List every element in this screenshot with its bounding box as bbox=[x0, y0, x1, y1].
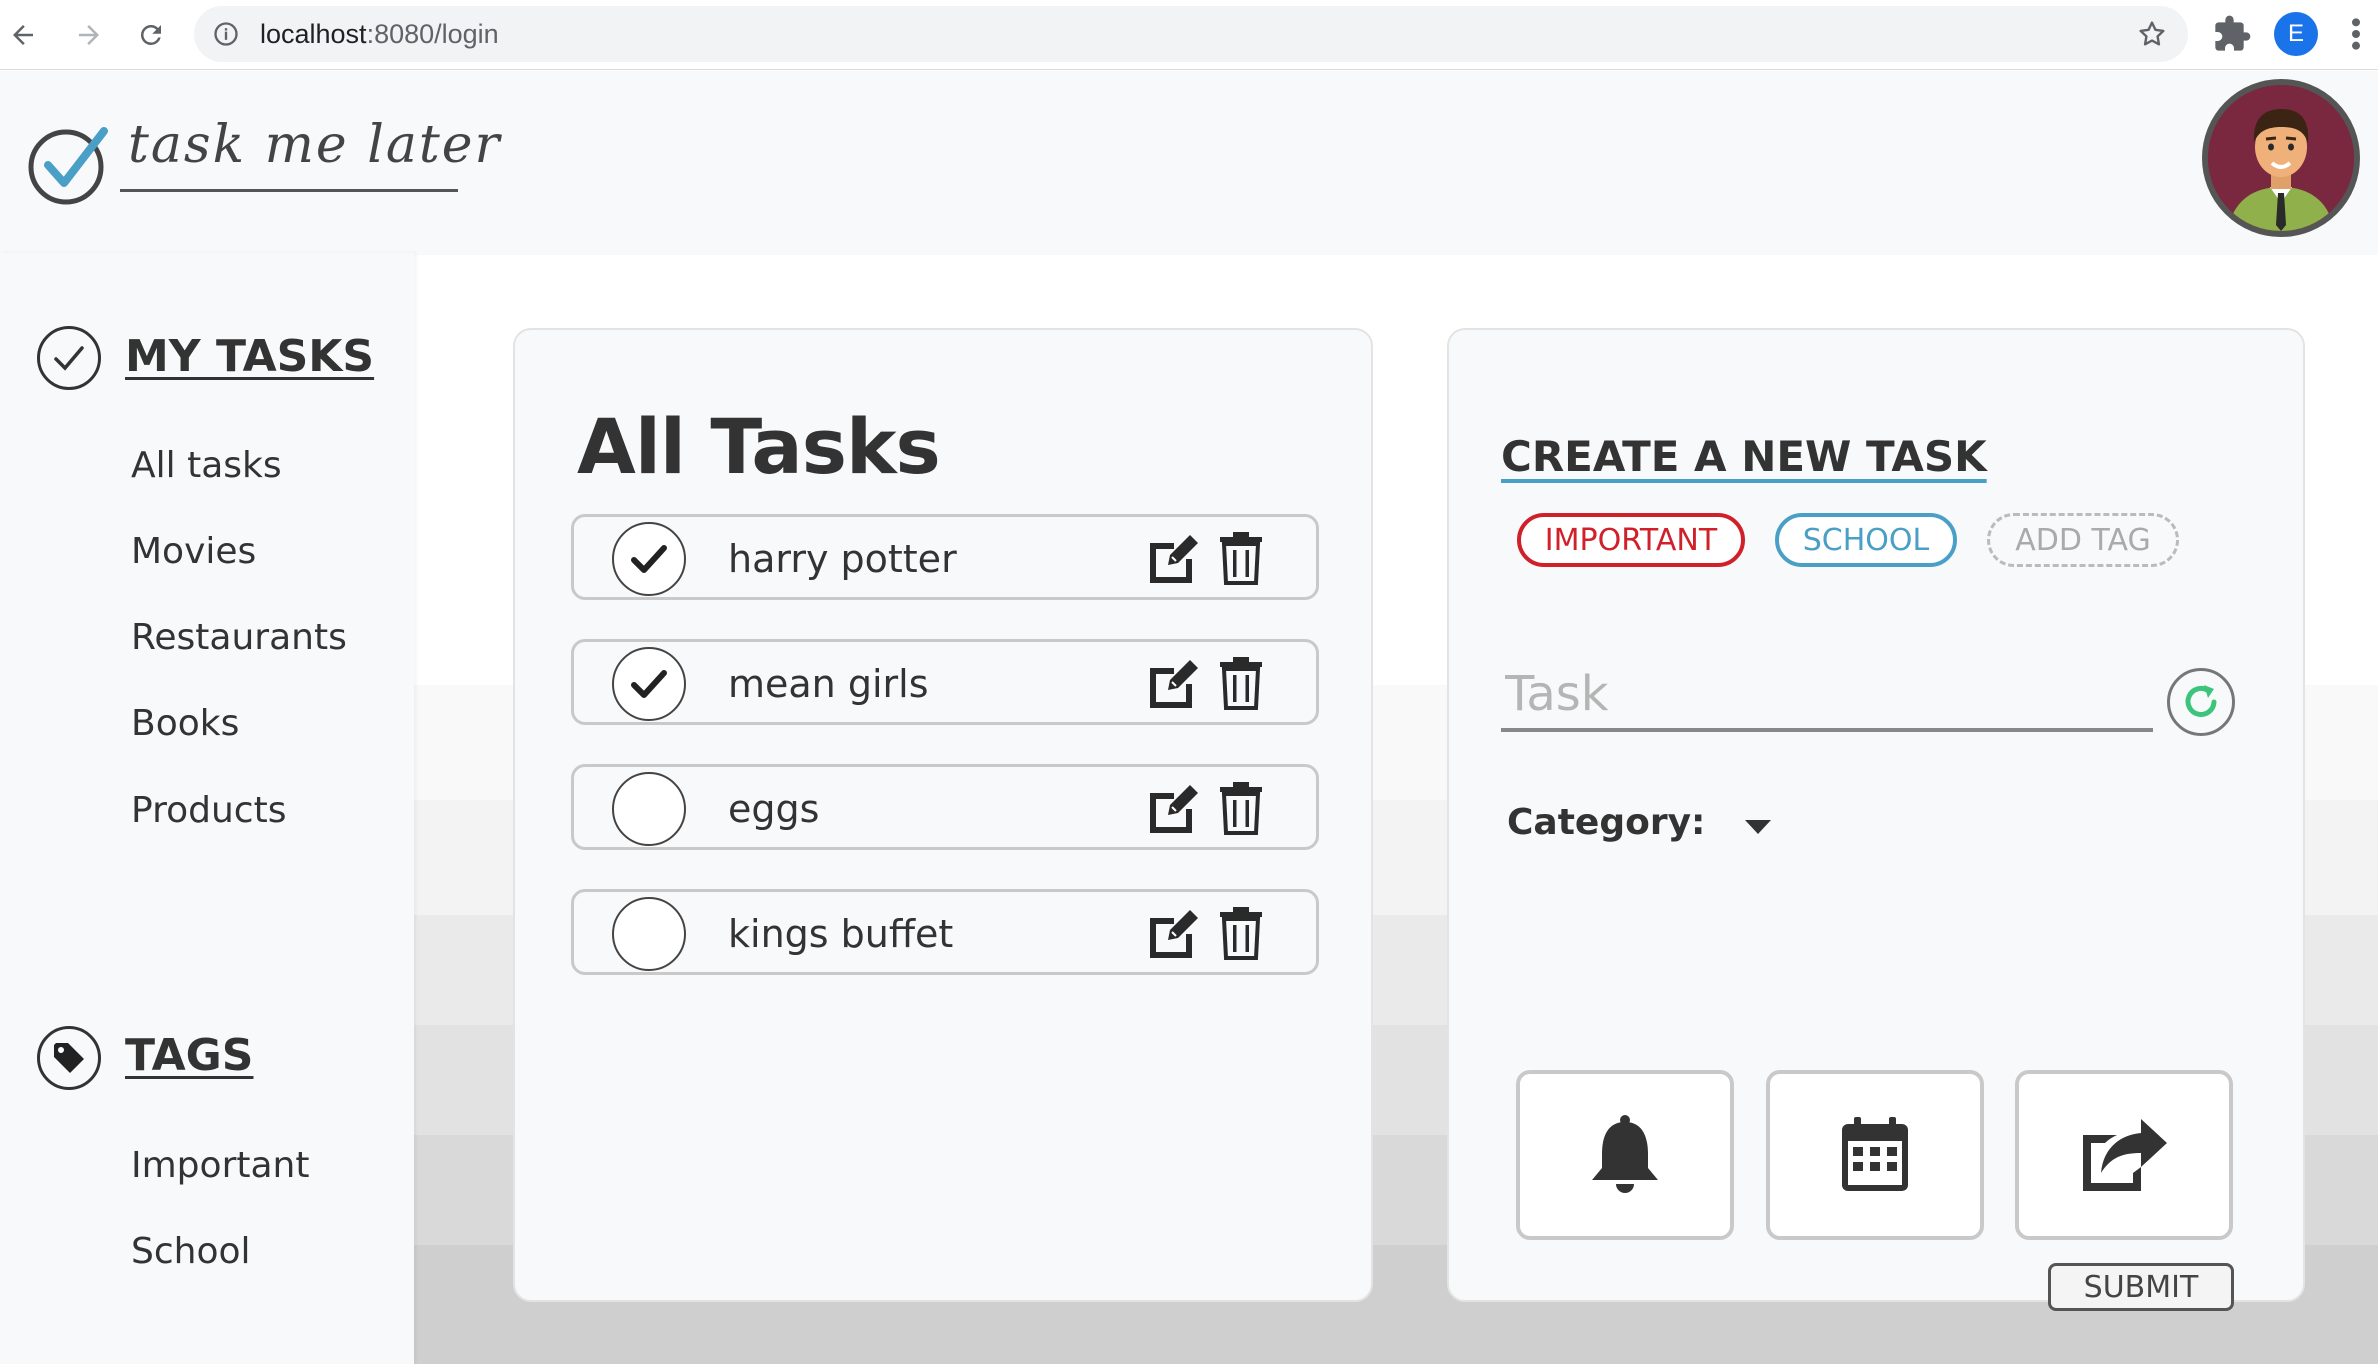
task-row[interactable]: mean girls bbox=[571, 639, 1319, 725]
url-path: :8080/login bbox=[366, 19, 499, 49]
sidebar-item-restaurants[interactable]: Restaurants bbox=[131, 617, 347, 658]
avatar[interactable] bbox=[2202, 79, 2360, 237]
share-icon bbox=[2083, 1119, 2167, 1191]
extensions-puzzle-icon[interactable] bbox=[2212, 14, 2252, 54]
sidebar-item-books[interactable]: Books bbox=[131, 703, 239, 744]
tag-school-button[interactable]: SCHOOL bbox=[1775, 513, 1957, 567]
bell-icon bbox=[1592, 1115, 1658, 1193]
avatar-illustration bbox=[2208, 85, 2354, 231]
refresh-button[interactable] bbox=[2167, 668, 2235, 736]
task-checkbox[interactable] bbox=[612, 897, 686, 971]
address-bar[interactable]: localhost:8080/login bbox=[194, 6, 2188, 62]
create-task-title: CREATE A NEW TASK bbox=[1501, 432, 1987, 481]
app-header: task me later bbox=[0, 71, 2378, 255]
task-label: mean girls bbox=[728, 662, 929, 706]
task-checkbox[interactable] bbox=[612, 772, 686, 846]
check-circle-icon bbox=[37, 326, 101, 390]
profile-button[interactable]: E bbox=[2274, 12, 2318, 56]
calendar-icon bbox=[1842, 1117, 1908, 1191]
add-tag-button[interactable]: ADD TAG bbox=[1987, 513, 2179, 567]
sidebar-item-products[interactable]: Products bbox=[131, 790, 286, 831]
back-arrow-icon bbox=[13, 25, 33, 45]
submit-button[interactable]: SUBMIT bbox=[2048, 1263, 2234, 1311]
task-label: kings buffet bbox=[728, 912, 954, 956]
browser-menu-icon[interactable] bbox=[2344, 14, 2368, 54]
tags-title[interactable]: TAGS bbox=[125, 1030, 253, 1081]
browser-toolbar: localhost:8080/login E bbox=[0, 0, 2378, 70]
reload-icon bbox=[140, 24, 161, 45]
create-task-card: CREATE A NEW TASK IMPORTANT SCHOOL ADD T… bbox=[1447, 328, 2305, 1302]
logo-underline bbox=[120, 189, 458, 192]
task-checkbox-checked[interactable] bbox=[612, 647, 686, 721]
task-label: harry potter bbox=[728, 537, 957, 581]
task-row[interactable]: eggs bbox=[571, 764, 1319, 850]
trash-icon[interactable] bbox=[1218, 531, 1264, 585]
my-tasks-title[interactable]: MY TASKS bbox=[125, 331, 374, 382]
reminder-button[interactable] bbox=[1516, 1070, 1734, 1240]
back-button[interactable] bbox=[0, 12, 46, 58]
category-label: Category: bbox=[1507, 802, 1706, 843]
sidebar-item-school[interactable]: School bbox=[131, 1231, 251, 1272]
edit-icon[interactable] bbox=[1146, 783, 1200, 833]
sidebar-item-important[interactable]: Important bbox=[131, 1145, 309, 1186]
forward-button[interactable] bbox=[66, 12, 112, 58]
checkmark-icon bbox=[631, 670, 667, 698]
trash-icon[interactable] bbox=[1218, 781, 1264, 835]
all-tasks-title: All Tasks bbox=[577, 402, 941, 491]
logo-check-icon bbox=[28, 127, 108, 205]
url-text[interactable]: localhost:8080/login bbox=[260, 19, 499, 50]
info-icon[interactable] bbox=[212, 20, 240, 48]
task-checkbox-checked[interactable] bbox=[612, 522, 686, 596]
task-row[interactable]: harry potter bbox=[571, 514, 1319, 600]
logo-text[interactable]: task me later bbox=[128, 115, 501, 175]
task-row[interactable]: kings buffet bbox=[571, 889, 1319, 975]
refresh-icon bbox=[2185, 685, 2217, 717]
bookmark-star-icon[interactable] bbox=[2136, 18, 2168, 50]
reload-button[interactable] bbox=[128, 12, 174, 58]
edit-icon[interactable] bbox=[1146, 658, 1200, 708]
tag-icon bbox=[37, 1026, 101, 1090]
checkmark-icon bbox=[631, 545, 667, 573]
trash-icon[interactable] bbox=[1218, 656, 1264, 710]
url-host: localhost bbox=[260, 19, 367, 49]
sidebar-item-all-tasks[interactable]: All tasks bbox=[131, 445, 282, 486]
edit-icon[interactable] bbox=[1146, 908, 1200, 958]
trash-icon[interactable] bbox=[1218, 906, 1264, 960]
forward-arrow-icon bbox=[79, 25, 99, 45]
due-date-button[interactable] bbox=[1766, 1070, 1984, 1240]
sidebar: MY TASKS All tasks Movies Restaurants Bo… bbox=[0, 253, 414, 1364]
share-button[interactable] bbox=[2015, 1070, 2233, 1240]
sidebar-item-movies[interactable]: Movies bbox=[131, 531, 256, 572]
category-dropdown-icon[interactable] bbox=[1745, 820, 1771, 834]
tag-important-button[interactable]: IMPORTANT bbox=[1517, 513, 1745, 567]
all-tasks-card: All Tasks harry potter mean girls eggs k… bbox=[513, 328, 1373, 1302]
task-label: eggs bbox=[728, 787, 820, 831]
edit-icon[interactable] bbox=[1146, 533, 1200, 583]
task-input[interactable] bbox=[1501, 660, 2153, 732]
